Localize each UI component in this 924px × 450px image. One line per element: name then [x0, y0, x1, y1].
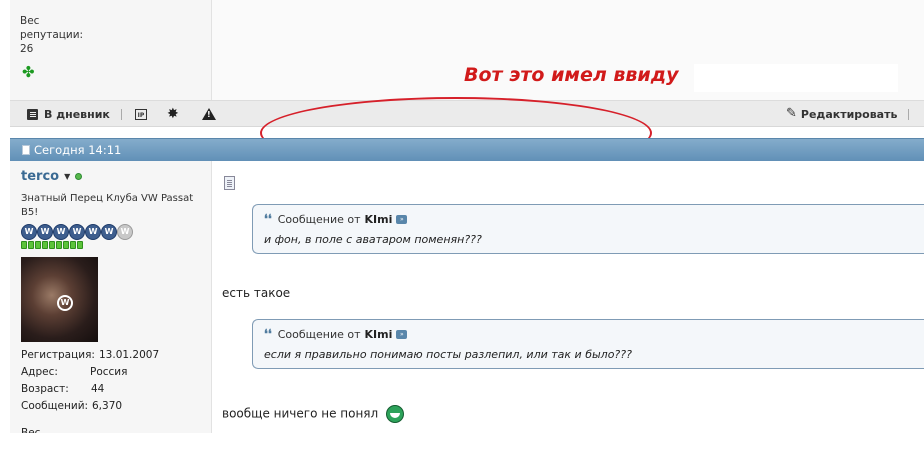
info-registration: Регистрация: 13.01.2007	[21, 348, 159, 362]
online-status-icon	[75, 173, 83, 180]
post-icon	[22, 145, 30, 155]
vw-rank-icon: W	[37, 224, 53, 240]
vw-rank-icon: W	[21, 224, 37, 240]
quote-author[interactable]: KImi	[365, 213, 393, 226]
toolbar-divider	[121, 109, 122, 120]
post-date: Сегодня 14:11	[22, 143, 121, 157]
quote-text: и фон, в поле с аватаром поменян???	[264, 233, 482, 246]
quote-header: ❛❛ Сообщение от KImi »	[264, 212, 408, 226]
message-text: вообще ничего не понял	[222, 406, 379, 421]
diary-button[interactable]: В дневник	[27, 106, 110, 122]
document-icon	[224, 176, 235, 190]
message-line: вообще ничего не понял	[222, 405, 405, 423]
edit-label: Редактировать	[800, 107, 898, 121]
info-value: 13.01.2007	[99, 349, 160, 361]
warning-icon	[202, 108, 216, 120]
quote-header: ❛❛ Сообщение от KImi »	[264, 327, 408, 341]
pencil-icon: ✎	[786, 106, 797, 121]
reputation-bar	[21, 241, 84, 249]
info-label: Возраст:	[21, 383, 69, 395]
annotation-text: Вот это имел ввиду	[464, 64, 679, 86]
quote-text: если я правильно понимаю посты разлепил,…	[264, 348, 632, 361]
vw-logo-icon: W	[57, 295, 73, 311]
username-block: terco ▼	[21, 169, 83, 184]
reputation-value: 26	[20, 43, 34, 55]
previous-post-sidebar: Вес репутации: 26 ✤	[10, 0, 212, 100]
toolbar-divider	[908, 109, 909, 120]
info-age: Возраст: 44	[21, 382, 104, 396]
post-content: ❛❛ Сообщение от KImi » и фон, в поле с а…	[212, 161, 924, 433]
info-posts: Сообщений: 6,370	[21, 399, 122, 413]
post-header-bar: Сегодня 14:11	[10, 138, 924, 161]
rank-icons: W W W W W W W	[21, 224, 133, 240]
info-value: Россия	[90, 366, 128, 378]
ip-button[interactable]: IP	[135, 106, 147, 122]
vw-rank-icon: W	[117, 224, 133, 240]
info-label: Сообщений:	[21, 400, 89, 412]
user-sidebar: terco ▼ Знатный Перец Клуба VW Passat B5…	[10, 161, 212, 439]
quote-icon: ❛❛	[264, 327, 272, 341]
vw-rank-icon: W	[85, 224, 101, 240]
page-bottom	[0, 433, 924, 450]
quote-prefix: Сообщение от	[277, 212, 361, 226]
quote-author[interactable]: KImi	[365, 328, 393, 341]
vw-rank-icon: W	[53, 224, 69, 240]
report-button[interactable]	[202, 106, 216, 122]
avatar[interactable]: W	[21, 257, 98, 342]
info-label: Регистрация:	[21, 349, 95, 361]
info-address: Адрес: Россия	[21, 365, 127, 379]
go-to-post-icon[interactable]: »	[396, 329, 408, 339]
reputation-label-2: репутации:	[20, 29, 84, 41]
star-icon: ✸	[167, 106, 179, 122]
diary-label: В дневник	[44, 107, 110, 121]
diary-icon	[27, 108, 38, 120]
chevron-down-icon[interactable]: ▼	[64, 172, 70, 181]
message-text: есть такое	[222, 286, 291, 300]
redacted-box	[694, 64, 898, 92]
quote-block: ❛❛ Сообщение от KImi » и фон, в поле с а…	[252, 204, 924, 254]
go-to-post-icon[interactable]: »	[396, 214, 408, 224]
user-title: Знатный Перец Клуба VW Passat B5!	[21, 193, 194, 218]
post-date-text: Сегодня 14:11	[34, 143, 122, 157]
info-label: Адрес:	[21, 366, 58, 378]
clover-icon: ✤	[22, 63, 35, 81]
username-link[interactable]: terco	[21, 169, 59, 184]
edit-button[interactable]: ✎ Редактировать	[786, 106, 897, 122]
reputation-label: Вес	[20, 15, 40, 27]
info-value: 6,370	[92, 400, 123, 412]
ip-icon: IP	[135, 108, 147, 120]
vw-rank-icon: W	[69, 224, 85, 240]
reputation-block: Вес репутации: 26	[20, 14, 83, 56]
quote-icon: ❛❛	[264, 212, 272, 226]
info-value: 44	[91, 383, 105, 395]
quote-block: ❛❛ Сообщение от KImi » если я правильно …	[252, 319, 924, 369]
grin-smiley-icon	[386, 405, 405, 423]
vw-rank-icon: W	[101, 224, 117, 240]
star-button[interactable]: ✸	[167, 106, 179, 122]
quote-prefix: Сообщение от	[277, 327, 361, 341]
